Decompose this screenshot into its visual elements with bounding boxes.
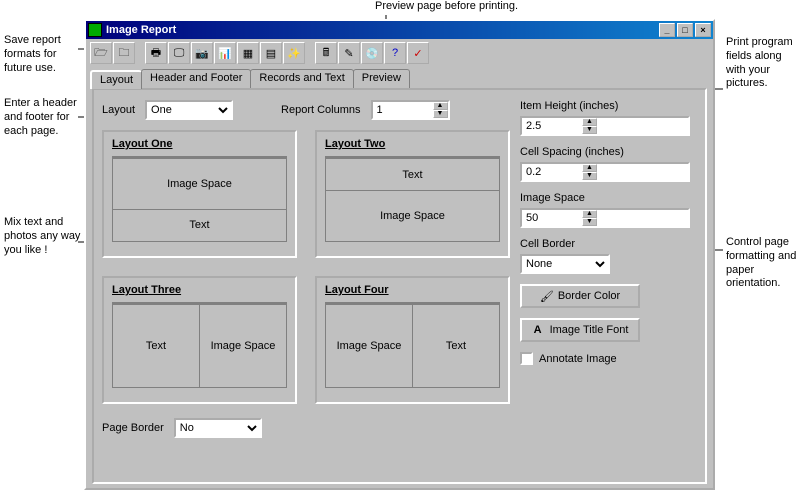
brush-icon: 🖌 [540,290,552,302]
layout-four-a: Image Space [326,305,412,387]
layout-label: Layout [102,104,135,116]
annotation-preview: Preview page before printing. [375,0,518,14]
border-color-label: Border Color [558,290,620,302]
layout-four-box[interactable]: Layout Four Image Space Text [315,276,510,404]
spin-up-icon[interactable]: ▲ [433,102,448,110]
annotation-save: Save report formats for future use. [4,34,82,75]
tab-header-footer[interactable]: Header and Footer [141,69,251,88]
item-height-label: Item Height (inches) [520,100,690,112]
layout-four-b: Text [412,305,499,387]
annotation-mix: Mix text and photos any way you like ! [4,216,82,257]
annotation-print-fields: Print program fields along with your pic… [726,36,796,91]
annotation-header-footer: Enter a header and footer for each page. [4,97,82,138]
layout-three-a: Text [113,305,199,387]
layout-two-b: Image Space [326,190,499,241]
layout-two-title: Layout Two [325,138,500,150]
layout-two-box[interactable]: Layout Two Text Image Space [315,130,510,258]
chart-icon[interactable]: 📊 [214,42,236,64]
save-icon[interactable]: 🗀 [113,42,135,64]
layout-one-title: Layout One [112,138,287,150]
spin-down-icon[interactable]: ▼ [433,110,448,118]
toolbar: 🗁 🗀 🖶 🖵 📷 📊 ▦ ▤ ✨ 🖩 ✎ 💿 ? ✓ [86,39,713,67]
table-icon[interactable]: ▦ [237,42,259,64]
spin-down-icon[interactable]: ▼ [582,218,597,226]
annotate-image-checkbox[interactable] [520,352,533,365]
annotate-image-label: Annotate Image [539,353,617,365]
preview-icon[interactable]: 🖵 [168,42,190,64]
image-space-label: Image Space [520,192,690,204]
annotation-control-format: Control page formatting and paper orient… [726,236,798,291]
layout-three-title: Layout Three [112,284,287,296]
layout-four-title: Layout Four [325,284,500,296]
spin-up-icon[interactable]: ▲ [582,118,597,126]
image-space-spinner[interactable]: ▲▼ [520,208,690,228]
tabs: Layout Header and Footer Records and Tex… [86,69,713,88]
edit-icon[interactable]: ✎ [338,42,360,64]
layout-one-a: Image Space [113,159,286,209]
apply-icon[interactable]: ✓ [407,42,429,64]
spin-up-icon[interactable]: ▲ [582,164,597,172]
window-title: Image Report [106,24,659,36]
item-height-spinner[interactable]: ▲▼ [520,116,690,136]
layout-one-box[interactable]: Layout One Image Space Text [102,130,297,258]
image-title-font-button[interactable]: A Image Title Font [520,318,640,342]
open-icon[interactable]: 🗁 [90,42,112,64]
spin-down-icon[interactable]: ▼ [582,126,597,134]
help-icon[interactable]: ? [384,42,406,64]
maximize-button[interactable]: □ [677,23,693,37]
image-title-font-label: Image Title Font [550,324,629,336]
image-space-input[interactable] [522,210,582,226]
layout-three-box[interactable]: Layout Three Text Image Space [102,276,297,404]
font-icon: A [532,324,544,336]
wizard-icon[interactable]: ✨ [283,42,305,64]
layout-select[interactable]: One [145,100,233,120]
print-icon[interactable]: 🖶 [145,42,167,64]
grid-icon[interactable]: ▤ [260,42,282,64]
cell-spacing-label: Cell Spacing (inches) [520,146,690,158]
cell-border-select[interactable]: None [520,254,610,274]
cell-spacing-spinner[interactable]: ▲▼ [520,162,690,182]
minimize-button[interactable]: _ [659,23,675,37]
tab-records-text[interactable]: Records and Text [250,69,353,88]
spin-up-icon[interactable]: ▲ [582,210,597,218]
app-icon [88,23,102,37]
layout-one-b: Text [113,209,286,241]
page-border-select[interactable]: No [174,418,262,438]
titlebar[interactable]: Image Report _ □ × [86,21,713,39]
page-border-label: Page Border [102,422,164,434]
report-columns-label: Report Columns [281,104,360,116]
border-color-button[interactable]: 🖌 Border Color [520,284,640,308]
image-report-window: Image Report _ □ × 🗁 🗀 🖶 🖵 📷 📊 ▦ ▤ ✨ 🖩 ✎… [84,19,715,490]
report-columns-spinner[interactable]: ▲▼ [371,100,450,120]
camera-icon[interactable]: 📷 [191,42,213,64]
calc-icon[interactable]: 🖩 [315,42,337,64]
report-columns-input[interactable] [373,102,433,118]
disc-icon[interactable]: 💿 [361,42,383,64]
layout-two-a: Text [326,159,499,190]
spin-down-icon[interactable]: ▼ [582,172,597,180]
layout-three-b: Image Space [199,305,286,387]
layout-panel: Layout One Report Columns ▲▼ Layout One … [92,88,707,484]
cell-border-label: Cell Border [520,238,690,250]
item-height-input[interactable] [522,118,582,134]
tab-layout[interactable]: Layout [90,70,142,89]
cell-spacing-input[interactable] [522,164,582,180]
close-button[interactable]: × [695,23,711,37]
tab-preview[interactable]: Preview [353,69,410,88]
